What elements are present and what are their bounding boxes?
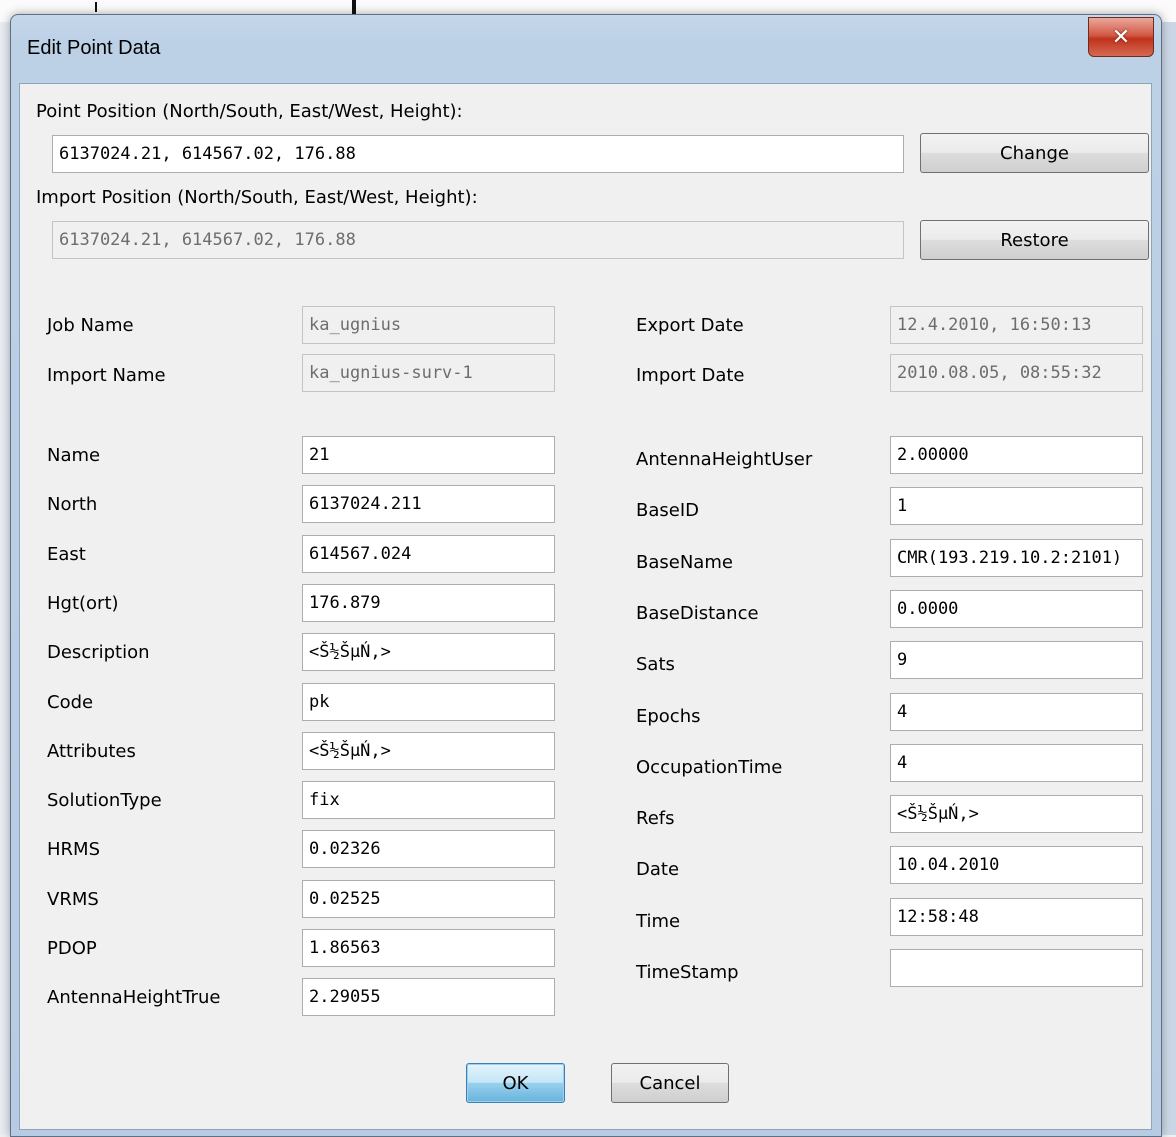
import-name-label: Import Name [47,365,166,386]
change-button[interactable]: Change [920,133,1149,173]
import-date-label: Import Date [636,365,745,386]
hgt-ort-field[interactable]: 176.879 [302,583,555,622]
job-name-field: ka_ugnius [302,306,555,344]
solutiontype-field[interactable]: fix [302,781,555,820]
time-field[interactable]: 12:58:48 [890,897,1143,936]
vrms-field[interactable]: 0.02525 [302,879,555,918]
time-label: Time [636,910,681,932]
north-field[interactable]: 6137024.211 [302,485,555,524]
hrms-label: HRMS [47,839,100,861]
sats-field[interactable]: 9 [890,641,1143,680]
title-bar[interactable]: Edit Point Data ✕ [11,15,1161,77]
code-field[interactable]: pk [302,682,555,721]
dialog-content: Point Position (North/South, East/West, … [19,83,1152,1130]
antennaheighttrue-field[interactable]: 2.29055 [302,978,555,1017]
east-label: East [47,543,86,565]
antennaheighttrue-label: AntennaHeightTrue [47,987,221,1009]
name-label: Name [47,445,101,466]
pdop-field[interactable]: 1.86563 [302,929,555,967]
basename-label: BaseName [636,551,733,573]
antennaheightuser-label: AntennaHeightUser [636,449,813,470]
timestamp-field[interactable] [890,949,1143,987]
solutiontype-label: SolutionType [47,790,162,812]
close-button[interactable]: ✕ [1088,17,1154,57]
basedistance-field[interactable]: 0.0000 [890,589,1143,628]
point-position-label: Point Position (North/South, East/West, … [36,101,463,122]
refs-label: Refs [636,808,675,830]
name-field[interactable]: 21 [302,436,555,474]
job-name-label: Job Name [47,315,134,336]
dialog-title: Edit Point Data [27,37,161,59]
epochs-label: Epochs [636,705,701,727]
background-tick [95,2,97,12]
restore-button[interactable]: Restore [920,220,1149,260]
import-position-input: 6137024.21, 614567.02, 176.88 [52,221,904,259]
export-date-label: Export Date [636,315,744,336]
cancel-button[interactable]: Cancel [611,1063,729,1103]
epochs-field[interactable]: 4 [890,692,1143,731]
sats-label: Sats [636,654,675,676]
baseid-field[interactable]: 1 [890,487,1143,526]
close-icon: ✕ [1111,24,1131,50]
north-label: North [47,494,98,516]
occupationtime-label: OccupationTime [636,756,783,778]
timestamp-label: TimeStamp [636,962,739,983]
import-name-field: ka_ugnius-surv-1 [302,354,555,392]
pdop-label: PDOP [47,938,97,959]
description-field[interactable]: <Š½ŠµŃ‚> [302,633,555,672]
attributes-label: Attributes [47,740,136,762]
basedistance-label: BaseDistance [636,602,759,624]
edit-point-dialog: Edit Point Data ✕ Point Position (North/… [10,14,1162,1137]
east-field[interactable]: 614567.024 [302,534,555,573]
occupationtime-field[interactable]: 4 [890,743,1143,782]
date-label: Date [636,859,680,881]
import-date-field: 2010.08.05, 08:55:32 [890,354,1143,392]
hrms-field[interactable]: 0.02326 [302,830,555,869]
date-field[interactable]: 10.04.2010 [890,846,1143,885]
code-label: Code [47,691,94,713]
hgt-ort-label: Hgt(ort) [47,592,119,614]
description-label: Description [47,642,150,664]
attributes-field[interactable]: <Š½ŠµŃ‚> [302,731,555,770]
point-position-input[interactable]: 6137024.21, 614567.02, 176.88 [52,135,904,173]
refs-field[interactable]: <Š½ŠµŃ‚> [890,795,1143,834]
vrms-label: VRMS [47,888,99,910]
ok-button[interactable]: OK [466,1063,565,1103]
basename-field[interactable]: CMR(193.219.10.2:2101) [890,538,1143,577]
baseid-label: BaseID [636,500,699,522]
export-date-field: 12.4.2010, 16:50:13 [890,306,1143,344]
import-position-label: Import Position (North/South, East/West,… [36,187,478,208]
antennaheightuser-field[interactable]: 2.00000 [890,436,1143,474]
